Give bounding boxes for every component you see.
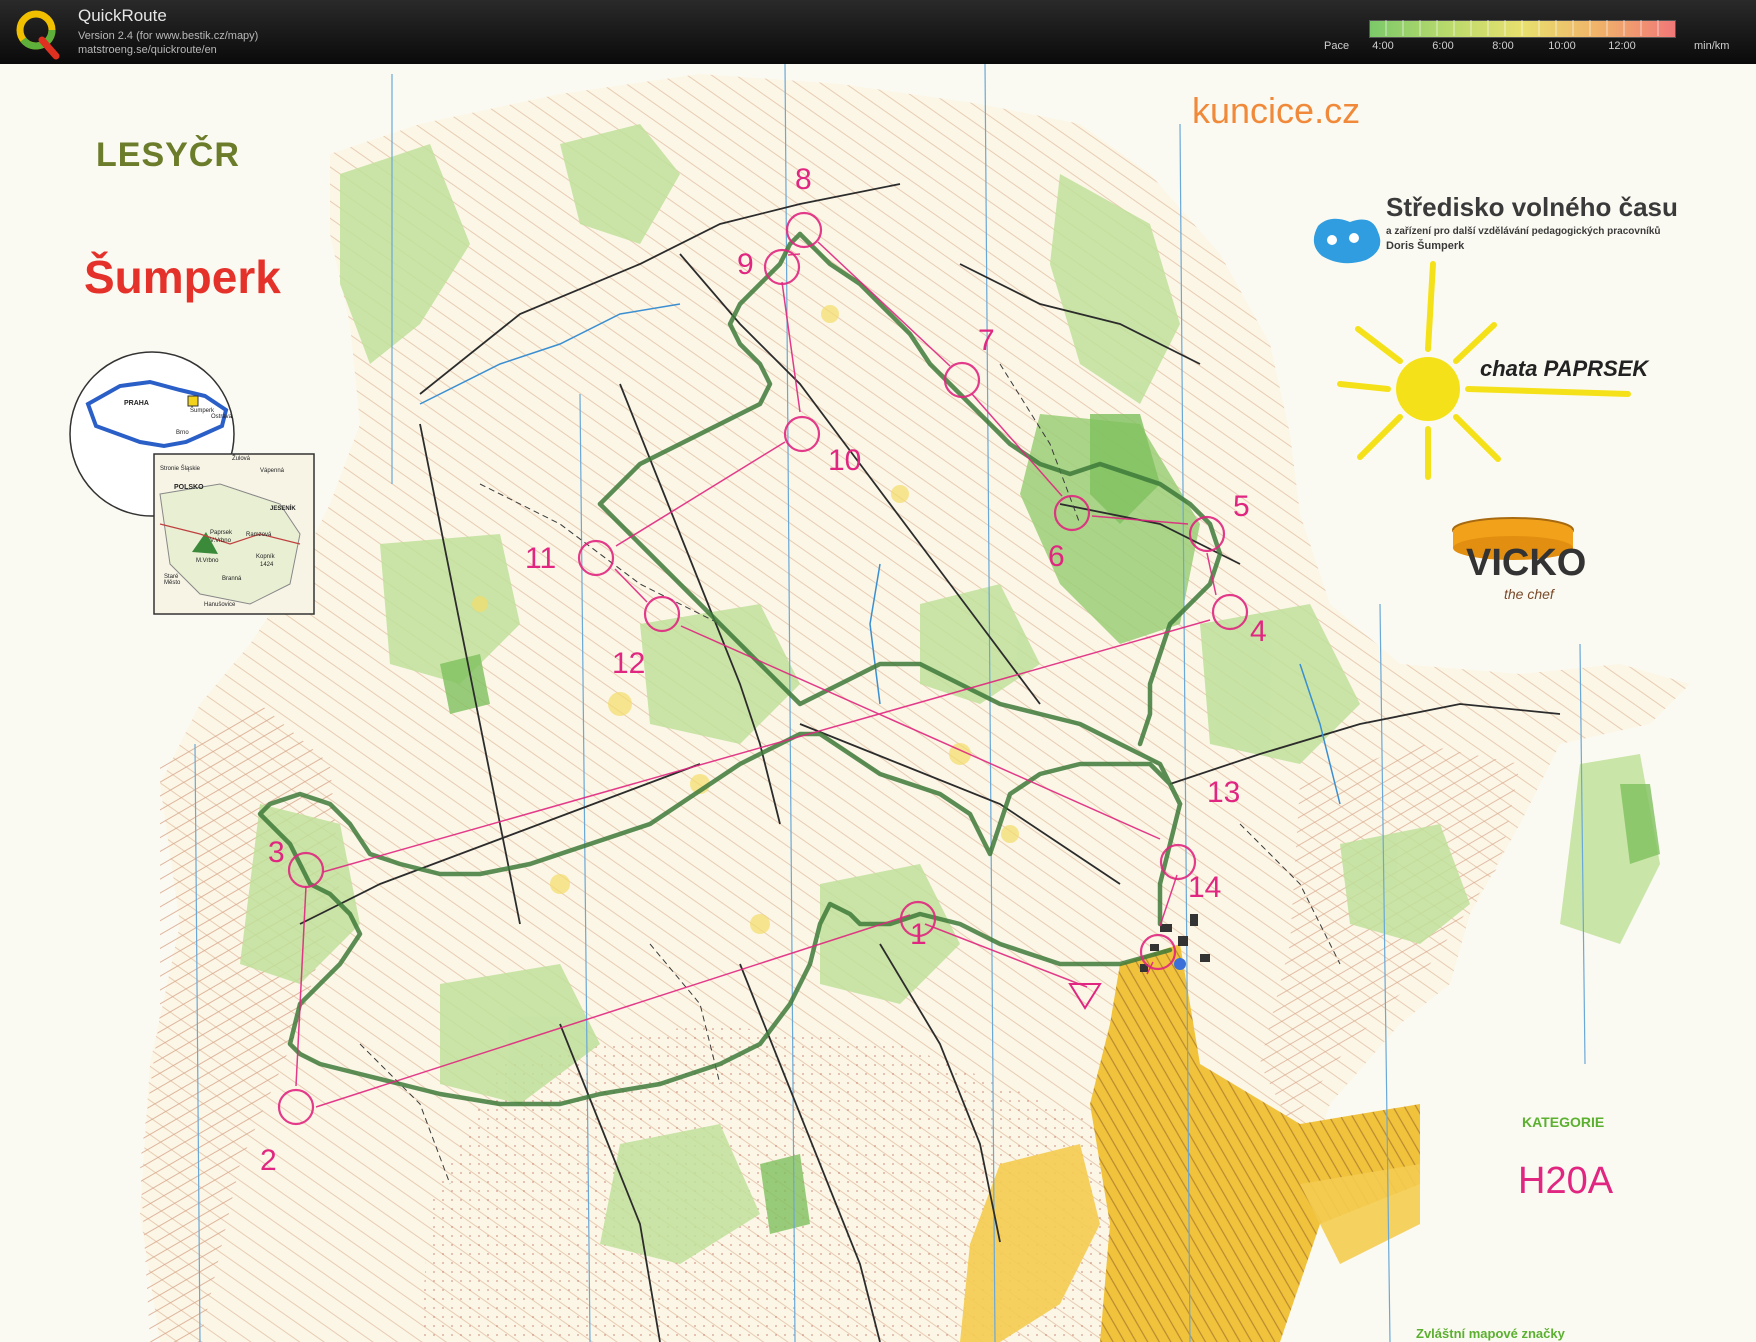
control-number-4: 4 <box>1250 615 1267 648</box>
legend-title: Zvláštní mapové značky <box>1416 1326 1565 1341</box>
pace-tick-4: 4:00 <box>1372 40 1394 52</box>
control-number-3: 3 <box>268 836 285 869</box>
sumperk-logo: Šumperk <box>84 251 281 303</box>
control-number-10: 10 <box>828 444 861 477</box>
pace-unit: min/km <box>1694 40 1730 52</box>
doris-logo-icon <box>1313 218 1381 264</box>
doris-title: Středisko volného času <box>1386 192 1678 222</box>
pace-scale-ticks <box>1385 20 1659 36</box>
pace-label: Pace <box>1324 40 1350 52</box>
control-number-7: 7 <box>978 324 995 357</box>
control-number-2: 2 <box>260 1144 277 1177</box>
inset-vapenna: Vápenná <box>260 468 285 474</box>
inset-zulova: Žulová <box>232 456 251 462</box>
vicko-subtitle: the chef <box>1504 586 1554 602</box>
inset-polsko: POLSKO <box>174 484 204 491</box>
inset-paprsek: Paprsek <box>210 530 233 536</box>
doris-city: Doris Šumperk <box>1386 240 1465 252</box>
control-number-6: 6 <box>1048 540 1065 573</box>
control-number-1: 1 <box>910 918 927 951</box>
app-title: QuickRoute <box>78 6 167 25</box>
app-header: QuickRoute Version 2.4 (for www.bestik.c… <box>0 0 1756 64</box>
inset-kopnik-height: 1424 <box>260 562 274 568</box>
app-version: Version 2.4 (for www.bestik.cz/mapy) <box>78 30 259 42</box>
control-number-12: 12 <box>612 647 645 680</box>
control-number-5: 5 <box>1233 490 1250 523</box>
control-number-13: 13 <box>1207 776 1240 809</box>
inset-hanusovice: Hanušovice <box>204 602 236 608</box>
inset-male-vrbno: M.Vrbno <box>196 558 219 564</box>
pace-tick-8: 8:00 <box>1492 40 1514 52</box>
kategorie-label: KATEGORIE <box>1522 1114 1605 1130</box>
vicko-logo: VICKO <box>1466 542 1587 584</box>
inset-ostrava: Ostrava <box>211 414 233 420</box>
inset-brno: Brno <box>176 430 189 436</box>
inset-stronie: Stronie Śląskie <box>160 466 201 472</box>
app-url: matstroeng.se/quickroute/en <box>78 44 217 56</box>
control-number-11: 11 <box>525 542 556 575</box>
pace-tick-10: 10:00 <box>1548 40 1576 52</box>
category-value: H20A <box>1518 1160 1614 1202</box>
control-number-14: 14 <box>1188 871 1221 904</box>
inset-jesenik: JESENÍK <box>270 506 296 512</box>
orienteering-map[interactable]: 1 2 3 4 5 6 7 8 9 10 11 12 13 14 LESYČR … <box>0 64 1756 1342</box>
control-number-8: 8 <box>795 163 812 196</box>
quickroute-logo-icon <box>16 10 60 60</box>
inset-kopnik: Kopník <box>256 554 275 560</box>
pace-tick-12: 12:00 <box>1608 40 1636 52</box>
pace-tick-6: 6:00 <box>1432 40 1454 52</box>
kuncice-logo: kuncice.cz <box>1192 90 1361 131</box>
inset-branna: Branná <box>222 576 242 582</box>
inset-ramzova: Ramzová <box>246 532 272 538</box>
lesycr-logo: LESYČR <box>96 136 240 174</box>
doris-subtitle: a zařízení pro další vzdělávání pedagogi… <box>1386 226 1661 237</box>
inset-stare-mesto: Staré Město <box>164 574 181 586</box>
inset-velke-vrbno: V.Vrbno <box>210 538 231 544</box>
paprsek-logo: chata PAPRSEK <box>1480 356 1649 381</box>
inset-praha: PRAHA <box>124 400 149 407</box>
control-number-9: 9 <box>737 248 754 281</box>
